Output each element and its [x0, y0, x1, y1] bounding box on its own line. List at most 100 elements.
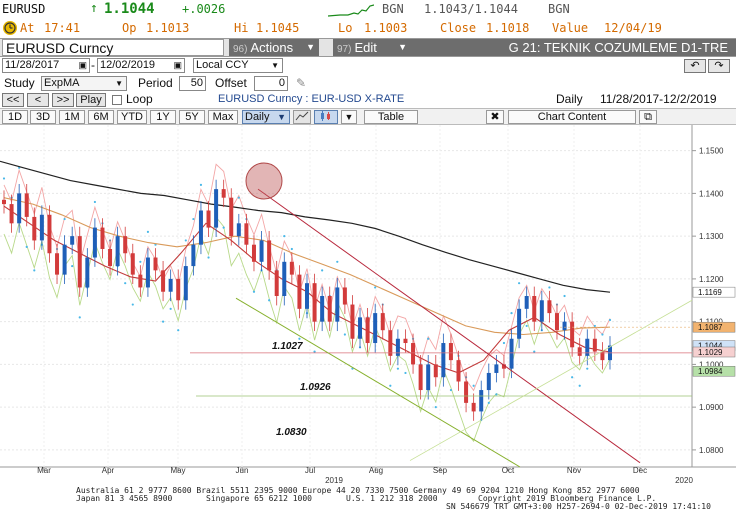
candle-body	[517, 308, 522, 339]
currency-select[interactable]: Local CCY ▼	[193, 58, 283, 73]
candle-body	[327, 296, 332, 322]
chart-content-button[interactable]: Chart Content	[508, 110, 636, 124]
play-button[interactable]: Play	[76, 93, 106, 107]
candle-body	[145, 257, 150, 288]
sar-dot	[389, 384, 392, 387]
pencil-icon[interactable]: ✎	[296, 76, 306, 91]
candle-body	[365, 317, 370, 344]
candle-body	[17, 193, 22, 224]
candle-body	[358, 317, 363, 339]
period-5y-button[interactable]: 5Y	[179, 110, 205, 124]
chart-type-caret-button[interactable]: ▼	[341, 110, 357, 124]
period-ytd-button[interactable]: YTD	[117, 110, 147, 124]
candle-body	[532, 296, 537, 322]
sar-dot	[93, 200, 96, 204]
redo-button[interactable]: ↷	[708, 59, 730, 73]
candle-body	[464, 381, 469, 403]
footer-line-2b: Singapore 65 6212 1000	[206, 494, 312, 503]
sar-dot	[298, 337, 301, 340]
candle-body	[130, 253, 135, 275]
candle-body	[236, 223, 241, 237]
sar-dot	[487, 401, 490, 404]
sar-dot	[571, 376, 574, 379]
caret-down-icon: ▼	[344, 112, 354, 122]
sar-dot	[525, 324, 528, 328]
sar-dot	[449, 388, 453, 392]
actions-menu-button[interactable]: 96) Actions ▼	[229, 39, 319, 56]
footer-line-3: SN 546679 TRT GMT+3:00 H257-2694-0 02-De…	[446, 502, 711, 511]
calendar-icon[interactable]: ▣	[173, 59, 182, 72]
level-annotation: 1.0926	[300, 382, 331, 393]
candle-body	[138, 274, 143, 288]
period-label: Period	[138, 76, 173, 90]
tools-icon[interactable]: ✖	[486, 110, 504, 124]
sar-dot	[222, 226, 225, 229]
candle-body	[403, 338, 408, 344]
sar-dot	[495, 393, 498, 396]
candle-body	[92, 227, 97, 258]
candle-body	[554, 313, 559, 331]
sar-dot	[343, 333, 346, 336]
loop-checkbox[interactable]	[112, 95, 122, 105]
period-input[interactable]: 50	[179, 76, 206, 91]
line-chart-type-button[interactable]	[293, 110, 311, 124]
sar-dot	[124, 282, 127, 285]
copy-icon[interactable]: ⧉	[639, 110, 657, 124]
sar-dot	[472, 384, 475, 387]
x-tick-label: Aug	[369, 466, 383, 475]
candle-body	[411, 343, 416, 365]
sar-dot	[374, 286, 377, 289]
sar-dot	[321, 269, 324, 272]
candle-body	[562, 321, 567, 331]
period-max-button[interactable]: Max	[208, 110, 238, 124]
quote-stats: At 17:41 Op 1.1013 Hi 1.1045 Lo 1.1003 C…	[0, 20, 736, 38]
up-arrow-icon: ↑	[90, 1, 98, 16]
candle-body	[547, 300, 552, 314]
step-back-button[interactable]: <	[27, 93, 49, 107]
candle-body	[39, 214, 44, 241]
x-tick-label: May	[170, 466, 185, 475]
study-row: Study ExpMA ▼ Period 50 Offset 0 ✎	[0, 76, 736, 92]
price-chart[interactable]: 1.15001.14001.13001.12001.11001.10001.09…	[0, 125, 736, 485]
edit-label: Edit	[354, 40, 377, 55]
period-1y-button[interactable]: 1Y	[150, 110, 176, 124]
security-field[interactable]: EURUSD Curncy	[2, 39, 224, 56]
candle-body	[221, 189, 226, 198]
edit-menu-button[interactable]: 97) Edit ▼	[333, 39, 411, 56]
at-label: At	[20, 21, 35, 35]
fast-forward-button[interactable]: >>	[52, 93, 74, 107]
sar-dot	[434, 406, 437, 409]
period-6m-button[interactable]: 6M	[88, 110, 114, 124]
study-select[interactable]: ExpMA ▼	[41, 76, 127, 91]
sar-dot	[199, 183, 203, 186]
candle-body	[267, 240, 272, 271]
offset-label: Offset	[215, 76, 247, 90]
rewind-button[interactable]: <<	[2, 93, 24, 107]
candle-body	[214, 189, 219, 228]
period-1d-button[interactable]: 1D	[2, 110, 28, 124]
price-flag-label: 1.0984	[698, 367, 723, 376]
candle-chart-type-button[interactable]	[314, 110, 338, 124]
table-button[interactable]: Table	[364, 110, 418, 124]
candle-body	[274, 270, 279, 296]
offset-input[interactable]: 0	[254, 76, 288, 91]
candle-body	[342, 287, 347, 305]
sar-dot	[268, 299, 271, 302]
level-annotation: 1.0830	[276, 427, 307, 438]
price-flag-label: 1.1169	[698, 288, 722, 297]
candle-body	[32, 216, 37, 241]
period-1m-button[interactable]: 1M	[59, 110, 85, 124]
start-date-field[interactable]: 11/28/2017 ▣	[2, 58, 90, 73]
sparkline-icon	[328, 4, 374, 17]
highlight-circle	[245, 162, 283, 200]
frequency-select[interactable]: Daily ▼	[242, 110, 290, 124]
end-date-field[interactable]: 12/02/2019 ▣	[97, 58, 185, 73]
sar-dot	[313, 350, 316, 353]
undo-button[interactable]: ↶	[684, 59, 706, 73]
sar-dot	[502, 341, 506, 345]
calendar-icon[interactable]: ▣	[78, 59, 87, 72]
period-3d-button[interactable]: 3D	[30, 110, 56, 124]
y-tick-label: 1.0900	[699, 403, 724, 412]
caret-down-icon: ▼	[277, 112, 286, 122]
y-tick-label: 1.1200	[699, 275, 724, 284]
